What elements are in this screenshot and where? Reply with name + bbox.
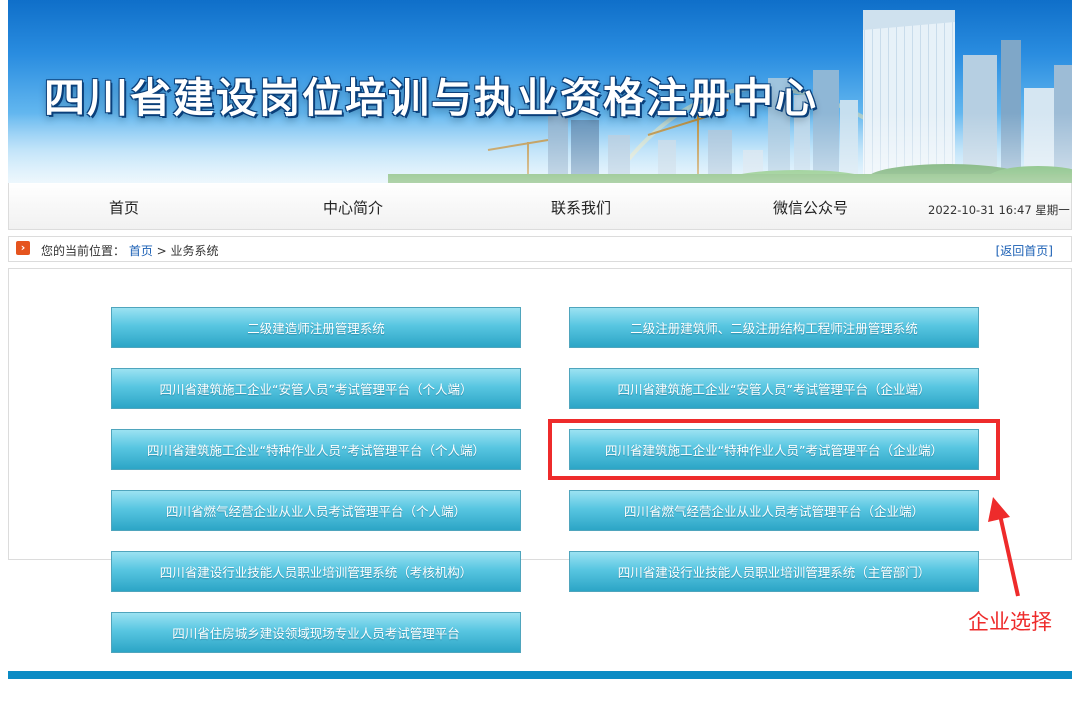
annotation-label: 企业选择 xyxy=(968,610,1052,634)
annotation-arrow-icon xyxy=(988,497,1020,597)
footer-bar xyxy=(8,671,1072,679)
